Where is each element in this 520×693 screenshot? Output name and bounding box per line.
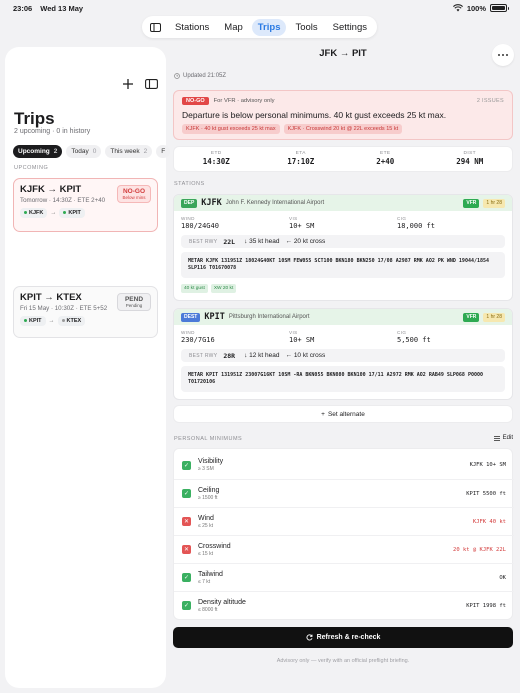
advisory-footer: Advisory only — verify with an official … [276,658,410,664]
station-name: Pittsburgh International Airport [228,314,310,320]
status-date: Wed 13 May [40,3,84,13]
tab-settings[interactable]: Settings [327,19,373,36]
updated-label: Updated 21:05Z [174,73,226,79]
nogo-tag: NO-GO [182,97,209,105]
minimum-row-ceiling: ✓ Ceiling ≥ 1500 ft KPIT 5500 ft [174,479,514,507]
filter-upcoming[interactable]: Upcoming 2 [13,145,63,158]
minimum-row-density-altitude: ✓ Density altitude ≤ 8000 ft KPIT 1998 ft [174,591,514,619]
minimum-row-crosswind: ✕ Crosswind ≤ 15 kt 20 kt @ KJFK 22L [174,535,514,563]
flight-category-badge: VFR [463,198,480,208]
alert-rules: For VFR · advisory only [213,98,275,104]
issue-tag: KJFK · Crosswind 20 kt @ 22L exceeds 15 … [283,124,403,134]
station-icao: KJFK [201,198,222,208]
check-icon: ✓ [182,489,191,498]
filter-today[interactable]: Today 0 [66,145,102,158]
best-runway: BEST RWY 22L ↓ 35 kt head ← 20 kt cross [181,235,505,248]
fail-icon: ✕ [182,545,191,554]
issue-tag: KJFK · 40 kt gust exceeds 25 kt max [182,124,280,134]
battery-icon [490,4,509,12]
fail-icon: ✕ [182,517,191,526]
refresh-recheck-button[interactable]: Refresh & re-check [173,627,513,648]
trip-filters: Upcoming 2 Today 0 This week 2 F [13,145,171,158]
sidebar-toggle-icon[interactable] [146,18,166,36]
trip-detail: JFK → PIT Updated 21:05Z NO-GO For VFR ·… [166,40,520,693]
vis-value: 10+ SM [289,222,315,230]
edit-minimums-button[interactable]: Edit [493,435,513,441]
clock-icon [174,73,180,79]
trip-card-kpit-ktex[interactable]: KPIT → KTEX Fri 15 May · 10:30Z · ETE 5+… [13,286,158,338]
set-alternate-button[interactable]: + Set alternate [173,405,513,423]
wind-value: 230/7G16 [181,336,215,344]
trip-card-kjfk-kpit[interactable]: KJFK → KPIT Tomorrow · 14:30Z · ETE 2+40… [13,178,158,232]
flight-category-badge: VFR [463,312,480,322]
trip-meta: Fri 15 May · 10:30Z · ETE 5+52 [20,305,108,312]
section-label-upcoming: UPCOMING [14,165,49,171]
metar-text: METAR KPIT 131951Z 23007G16KT 10SM -RA B… [181,366,505,392]
refresh-icon [306,634,313,641]
tab-tools[interactable]: Tools [289,19,323,36]
station-icao: KPIT [204,312,225,322]
arrow-icon: → [48,317,55,324]
wind-value: 180/24G40 [181,222,219,230]
add-trip-icon[interactable] [123,79,133,89]
battery-percent: 100% [466,3,486,13]
section-label-stations: STATIONS [174,181,205,187]
trip-title: JFK → PIT [319,48,367,59]
trips-summary: 2 upcoming · 0 in history [14,128,91,135]
alert-message: Departure is below personal minimums. 40… [182,110,447,120]
cig-value: 5,500 ft [397,336,431,344]
etd-cell: ETD 14:30Z [202,151,230,166]
arrow-icon: → [50,209,57,216]
page-title: Trips [14,109,55,128]
tab-stations[interactable]: Stations [169,19,215,36]
trip-times: ETD 14:30Z ETA 17:10Z ETE 2+40 DIST 294 NM [173,146,513,172]
airport-chip: KPIT [20,315,46,326]
role-tag: DEP [181,198,198,208]
status-time: 23:06 [13,3,33,13]
trip-meta: Tomorrow · 14:30Z · ETE 2+40 [20,197,106,204]
section-label-minimums: PERSONAL MINIMUMS [174,436,243,442]
wifi-icon [452,4,463,12]
sidebar-panel-icon[interactable] [145,79,158,89]
observation-age-badge: 1 hr 28 [483,312,505,322]
metar-text: METAR KJFK 131951Z 18024G40KT 10SM FEW05… [181,252,505,278]
status-badge: PEND Pending [117,293,151,311]
cig-value: 18,000 ft [397,222,435,230]
airport-chip: KTEX [57,315,86,326]
station-card-dest[interactable]: DEST KPIT Pittsburgh International Airpo… [173,308,513,400]
tab-map[interactable]: Map [218,19,248,36]
vis-value: 10+ SM [289,336,315,344]
trips-sidebar: Trips 2 upcoming · 0 in history Upcoming… [5,47,171,688]
ete-cell: ETE 2+40 [376,151,395,166]
wx-tag: 40 kt gust [181,283,208,293]
wx-tag: XW 20 kt [210,283,237,293]
station-name: John F. Kennedy International Airport [225,200,325,206]
minimum-row-visibility: ✓ Visibility ≥ 3 SM KJFK 10+ SM [182,458,506,472]
personal-minimums-list: ✓ Visibility ≥ 3 SM KJFK 10+ SM ✓ Ceiling… [173,448,514,620]
check-icon: ✓ [182,601,191,610]
airport-chip: KPIT [59,207,85,218]
more-options-button[interactable] [492,44,514,66]
minimum-row-wind: ✕ Wind ≤ 25 kt KJFK 40 kt [174,507,514,535]
observation-age-badge: 1 hr 28 [483,198,505,208]
check-icon: ✓ [182,460,191,470]
status-bar: 23:06 Wed 13 May 100% [0,0,520,16]
nogo-alert: NO-GO For VFR · advisory only 2 ISSUES D… [173,90,513,140]
best-runway: BEST RWY 28R ↓ 12 kt head ← 10 kt cross [181,349,505,362]
check-icon: ✓ [182,573,191,582]
role-tag: DEST [181,312,201,322]
list-icon [493,435,500,441]
plus-icon: + [321,410,325,418]
minimum-row-tailwind: ✓ Tailwind ≤ 7 kt OK [174,563,514,591]
top-nav: Stations Map Trips Tools Settings [142,16,377,38]
station-card-dep[interactable]: DEP KJFK John F. Kennedy International A… [173,194,513,301]
status-badge: NO-GO Below mins [117,185,151,203]
tab-trips[interactable]: Trips [251,18,287,36]
eta-cell: ETA 17:10Z [287,151,315,166]
dist-cell: DIST 294 NM [456,151,484,166]
airport-chip: KJFK [20,207,48,218]
issue-count: 2 ISSUES [476,98,504,104]
filter-this-week[interactable]: This week 2 [105,145,153,158]
